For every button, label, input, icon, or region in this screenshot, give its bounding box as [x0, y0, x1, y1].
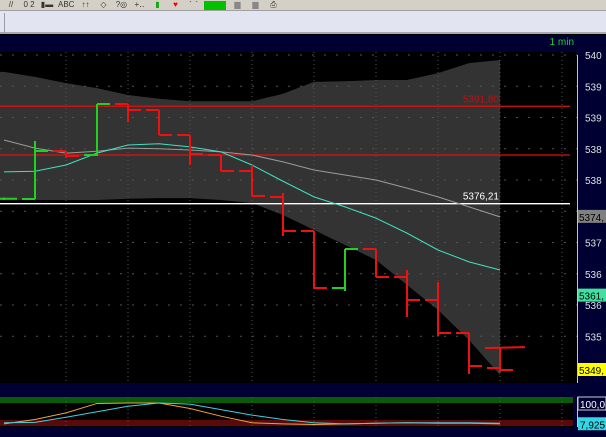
- print-icon[interactable]: ⎙: [266, 1, 280, 10]
- price-axis-label: 538: [585, 176, 602, 187]
- text-icon[interactable]: ABC: [58, 1, 74, 10]
- last-price-marker: [484, 346, 526, 350]
- ohlc-bar: [0, 197, 17, 200]
- layer-front-icon[interactable]: ▆: [248, 1, 262, 10]
- price-axis-label: 539: [585, 114, 602, 125]
- price-tag-label: 5374,: [579, 213, 604, 224]
- timeframe-label[interactable]: 1 min: [550, 37, 574, 48]
- overbought-zone: [0, 397, 573, 403]
- ribbon-separator: [4, 13, 5, 33]
- price-axis-label: 536: [585, 301, 602, 312]
- price-tag-label: 5349,: [579, 366, 604, 377]
- price-tag-label: 5361,: [579, 292, 604, 303]
- price-axis-label: 540: [585, 52, 602, 62]
- osc-tag-label: 100,0: [580, 400, 605, 411]
- drawing-toolbar: // 0 2 ▮▬ ABC ↑↑ ◇ ?◎ +‥ ▮ ♥ ⌒ ▆ ▆ ⎙: [0, 0, 606, 11]
- color-picker-icon[interactable]: [204, 1, 227, 10]
- price-chart[interactable]: 5391,805376,2154053953953853853753653653…: [0, 52, 606, 383]
- numbers-icon[interactable]: 0 2: [22, 1, 36, 10]
- crosshair-icon[interactable]: +‥: [132, 1, 146, 10]
- price-axis-label: 536: [585, 270, 602, 281]
- fire-icon[interactable]: ?◎: [114, 1, 128, 10]
- level-label: 5376,21: [463, 192, 500, 203]
- toolbar-ribbon: [0, 11, 606, 34]
- draw-line-icon[interactable]: //: [4, 1, 18, 10]
- chart-icon[interactable]: ⌒: [186, 1, 200, 10]
- chart-header: 1 min: [0, 35, 606, 52]
- heart-icon[interactable]: ♥: [168, 1, 182, 10]
- price-axis-label: 539: [585, 82, 602, 93]
- price-axis-label: 535: [585, 332, 602, 343]
- price-axis-label: 538: [585, 145, 602, 156]
- oscillator-panel[interactable]: 100,0 7,925: [0, 383, 606, 437]
- arrows-icon[interactable]: ↑↑: [78, 1, 92, 10]
- osc-tag-label: 7,925: [580, 420, 605, 431]
- layer-back-icon[interactable]: ▆: [230, 1, 244, 10]
- green-bar-icon[interactable]: ▮: [150, 1, 164, 10]
- diamond-icon[interactable]: ◇: [96, 1, 110, 10]
- level-label: 5391,80: [463, 94, 500, 105]
- price-axis-label: 537: [585, 239, 602, 250]
- bar-color-icon[interactable]: ▮▬: [40, 1, 54, 10]
